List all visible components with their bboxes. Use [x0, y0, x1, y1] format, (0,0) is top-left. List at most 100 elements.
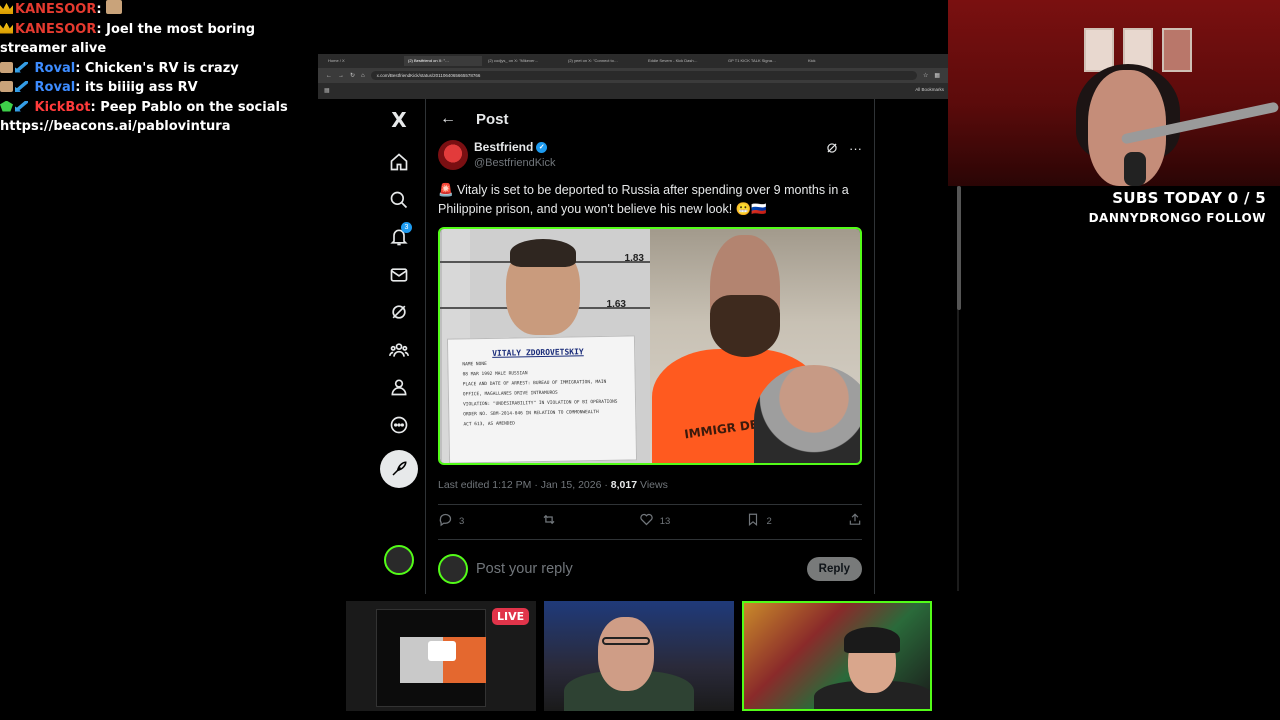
live-badge: LIVE — [492, 608, 530, 625]
like-count: 13 — [659, 515, 671, 527]
reply-icon — [438, 512, 453, 530]
views-count: 8,017 — [610, 479, 638, 491]
extensions-icon[interactable]: ▦ — [934, 72, 940, 79]
chat-username: Roval — [34, 80, 76, 95]
bell-icon[interactable]: 3 — [382, 220, 416, 254]
chat-message: Roval: Chicken's RV is crazy — [0, 59, 320, 79]
reply-action[interactable]: 3 — [438, 512, 464, 530]
verified-badge-icon: ✓ — [536, 141, 548, 153]
post-text: 🚨 Vitaly is set to be deported to Russia… — [438, 183, 849, 216]
post-top-actions: ··· — [825, 141, 862, 158]
chat-separator: : — [96, 2, 102, 17]
placard-line: OFFICE, MAGALLANES DRIVE INTRAMUROS — [462, 390, 558, 398]
forward-arrow-icon[interactable]: → — [338, 73, 344, 79]
bookmarks-bar: ▦ All Bookmarks — [318, 83, 948, 99]
streamer-webcam — [948, 0, 1280, 186]
emote-icon — [106, 0, 123, 14]
guest-cams: LIVE — [346, 601, 936, 711]
author-avatar[interactable] — [438, 140, 468, 170]
author-name-row: Bestfriend ✓ — [474, 140, 555, 154]
edited-prefix[interactable]: Last edited — [438, 479, 489, 491]
x-logo-icon[interactable]: X — [382, 103, 416, 137]
browser-tab[interactable]: GP T1 KICK TALK Signa… — [724, 56, 802, 66]
author-name[interactable]: Bestfriend — [474, 140, 533, 154]
scrollbar-thumb[interactable] — [957, 186, 961, 310]
grok-icon[interactable] — [382, 295, 416, 329]
wall-frame — [1162, 28, 1192, 72]
reload-icon[interactable]: ↻ — [350, 72, 355, 79]
screen-share-icon — [428, 641, 456, 661]
browser-tab[interactable]: (2) yeet on X: "Connect to… — [564, 56, 642, 66]
browser-tab[interactable]: Home / X — [324, 56, 402, 66]
grok-icon[interactable] — [825, 141, 839, 158]
bot-badge-icon — [0, 100, 13, 112]
chat-message: KickBot: Peep Pablo on the socials https… — [0, 98, 320, 137]
browser-tab-active[interactable]: (2) Bestfriend on X: "… — [404, 56, 482, 66]
divider — [874, 99, 875, 594]
home-icon[interactable] — [382, 145, 416, 179]
bookmark-action[interactable]: 2 — [746, 512, 772, 530]
crown-icon — [0, 3, 13, 14]
more-icon[interactable] — [382, 408, 416, 442]
user-badge-icon — [0, 61, 13, 73]
share-icon — [848, 512, 862, 530]
divider — [438, 504, 862, 505]
guest-cam — [544, 601, 734, 711]
reply-button[interactable]: Reply — [806, 557, 862, 581]
guest-cam-active — [742, 601, 932, 711]
placard-line: NAME NONE — [462, 361, 487, 368]
x-sidebar-nav: X 3 — [374, 99, 424, 594]
stream-frame: KANESOOR: KANESOOR: Joel the most boring… — [0, 0, 1280, 720]
apps-grid-icon[interactable]: ▦ — [324, 87, 330, 94]
post-timestamp[interactable]: 1:12 PM · Jan 15, 2026 · — [492, 479, 608, 491]
browser-tab[interactable]: (2) codjys_ on X: "Mikexer… — [484, 56, 562, 66]
author-handle[interactable]: @BestfriendKick — [474, 157, 555, 169]
post-meta: Last edited 1:12 PM · Jan 15, 2026 · 8,0… — [438, 479, 668, 491]
home-icon[interactable]: ⌂ — [361, 73, 365, 79]
post-author: Bestfriend ✓ @BestfriendKick — [438, 140, 555, 170]
chat-username: KANESOOR — [15, 21, 97, 37]
reply-count: 3 — [459, 515, 465, 527]
post-header: ← Post — [440, 109, 509, 129]
browser-tab[interactable]: Eddie Severn - Kick Dash… — [644, 56, 722, 66]
mail-icon[interactable] — [382, 258, 416, 292]
chat-text: its biiiig ass RV — [80, 80, 198, 95]
guest-face — [598, 617, 654, 691]
star-icon[interactable]: ☆ — [923, 72, 928, 79]
communities-icon[interactable] — [382, 333, 416, 367]
back-arrow-icon[interactable]: ← — [440, 110, 456, 128]
sword-badge-icon — [15, 61, 28, 73]
engagement-bar: 3 13 2 — [438, 512, 862, 530]
glasses — [602, 637, 650, 645]
subs-goal-overlay: SUBS TODAY 0 / 5 DANNYDRONGO FOLLOW — [1089, 189, 1266, 225]
sword-badge-icon — [15, 100, 28, 112]
chat-username: KickBot — [34, 99, 91, 115]
share-action[interactable] — [848, 512, 862, 530]
browser-tab[interactable]: Kick — [804, 56, 882, 66]
more-options-icon[interactable]: ··· — [849, 141, 862, 158]
wall-frame — [1084, 28, 1114, 72]
compose-icon[interactable] — [380, 450, 418, 488]
bookmark-count: 2 — [766, 515, 772, 527]
profile-icon[interactable] — [382, 370, 416, 404]
ruler-label: 1.63 — [606, 299, 626, 310]
chat-message: KANESOOR: — [0, 0, 320, 20]
repost-action[interactable] — [541, 512, 563, 530]
reply-input[interactable] — [476, 561, 807, 577]
subs-goal-text: SUBS TODAY 0 / 5 — [1112, 189, 1266, 207]
mugshot-photo: 1.83 1.63 VITALY ZDOROVETSKIY NAME NONE … — [440, 229, 650, 463]
person-hair — [510, 239, 576, 267]
like-action[interactable]: 13 — [639, 512, 671, 530]
microphone-icon — [1124, 152, 1146, 186]
back-arrow-icon[interactable]: ← — [326, 73, 332, 79]
account-avatar[interactable] — [384, 545, 414, 575]
avatar — [438, 554, 468, 584]
placard-name: VITALY ZDOROVETSKIY — [492, 347, 584, 358]
page-title: Post — [476, 110, 509, 128]
crown-icon — [0, 22, 13, 34]
chat-message: KANESOOR: Joel the most boring streamer … — [0, 20, 320, 59]
all-bookmarks-link[interactable]: All Bookmarks — [915, 87, 944, 92]
search-icon[interactable] — [382, 183, 416, 217]
post-media[interactable]: 1.83 1.63 VITALY ZDOROVETSKIY NAME NONE … — [438, 227, 862, 465]
url-field[interactable]: x.com/BestfriendKick/status/201106406566… — [370, 71, 917, 80]
